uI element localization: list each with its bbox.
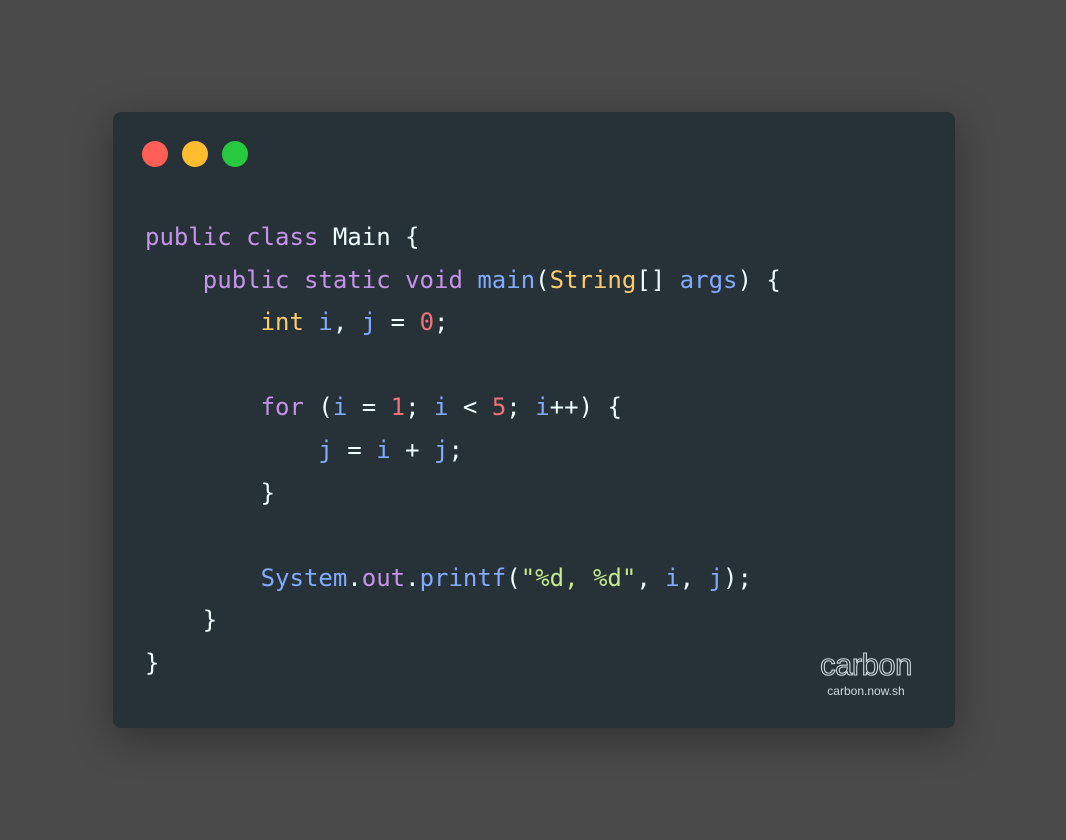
code-token: ) {: [578, 393, 622, 422]
code-token: =: [347, 393, 391, 422]
code-line: for (i = 1; i < 5; i++) {: [145, 386, 781, 429]
code-token: 0: [419, 308, 435, 337]
code-token: public: [145, 223, 232, 251]
code-token: static: [303, 265, 391, 294]
code-token: ,: [679, 563, 709, 592]
code-token: i: [332, 393, 348, 422]
code-token: main: [477, 265, 536, 294]
code-token: j: [708, 563, 724, 592]
code-token: }: [145, 606, 218, 635]
code-token: String: [549, 265, 637, 294]
code-token: i: [535, 393, 550, 422]
code-block: public class Main { public static void m…: [145, 216, 781, 685]
code-token: ;: [405, 393, 435, 422]
code-token: ;: [434, 308, 449, 337]
code-window: public class Main { public static void m…: [113, 112, 955, 728]
code-token: =: [376, 308, 420, 337]
code-line: public static void main(String[] args) {: [145, 259, 781, 302]
code-token: Main {: [318, 223, 420, 251]
code-token: i: [376, 435, 391, 464]
carbon-url: carbon.now.sh: [827, 684, 905, 698]
code-token: i: [434, 393, 449, 422]
code-token: (: [506, 563, 521, 592]
minimize-dot-icon[interactable]: [182, 141, 208, 167]
code-token: j: [434, 435, 449, 464]
code-token: out: [361, 563, 406, 592]
code-token: j: [361, 308, 377, 337]
code-line: j = i + j;: [145, 429, 781, 472]
code-token: }: [145, 478, 276, 507]
carbon-watermark: carbon carbon.now.sh: [811, 647, 921, 698]
code-token: void: [405, 265, 463, 294]
code-token: .: [405, 563, 420, 592]
window-controls: [142, 141, 248, 167]
code-token: ,: [636, 563, 666, 592]
zoom-dot-icon[interactable]: [222, 141, 248, 167]
code-token: ++: [549, 393, 579, 422]
code-line: }: [145, 599, 781, 642]
code-token: (: [535, 265, 550, 294]
code-token: []: [636, 265, 680, 294]
code-line: }: [145, 472, 781, 515]
code-token: =: [332, 435, 377, 464]
close-dot-icon[interactable]: [142, 141, 168, 167]
code-token: ;: [506, 393, 536, 422]
code-token: 1: [390, 393, 406, 422]
code-token: "%d, %d": [520, 563, 637, 592]
code-token: ) {: [737, 265, 781, 294]
carbon-logo: carbon: [820, 647, 913, 682]
code-token: args: [679, 265, 738, 294]
code-token: (: [303, 393, 333, 422]
code-token: class: [246, 223, 319, 251]
code-line: System.out.printf("%d, %d", i, j);: [145, 557, 781, 600]
code-token: ,: [332, 308, 362, 337]
code-token: System: [260, 563, 348, 592]
code-token: printf: [419, 563, 507, 592]
code-token: public: [202, 265, 290, 294]
code-line: int i, j = 0;: [145, 301, 781, 344]
code-token: <: [448, 393, 492, 422]
code-token: 5: [491, 393, 507, 422]
code-token: i: [318, 308, 333, 337]
code-token: ;: [448, 435, 463, 464]
code-token: }: [145, 648, 160, 677]
code-token: int: [260, 308, 304, 337]
code-token: .: [347, 563, 362, 592]
code-token: +: [390, 435, 435, 464]
code-token: );: [723, 563, 752, 592]
code-line: }: [145, 642, 781, 685]
code-line: public class Main {: [145, 216, 781, 259]
code-token: j: [318, 435, 333, 464]
code-token: i: [665, 563, 680, 592]
code-token: for: [260, 393, 304, 422]
